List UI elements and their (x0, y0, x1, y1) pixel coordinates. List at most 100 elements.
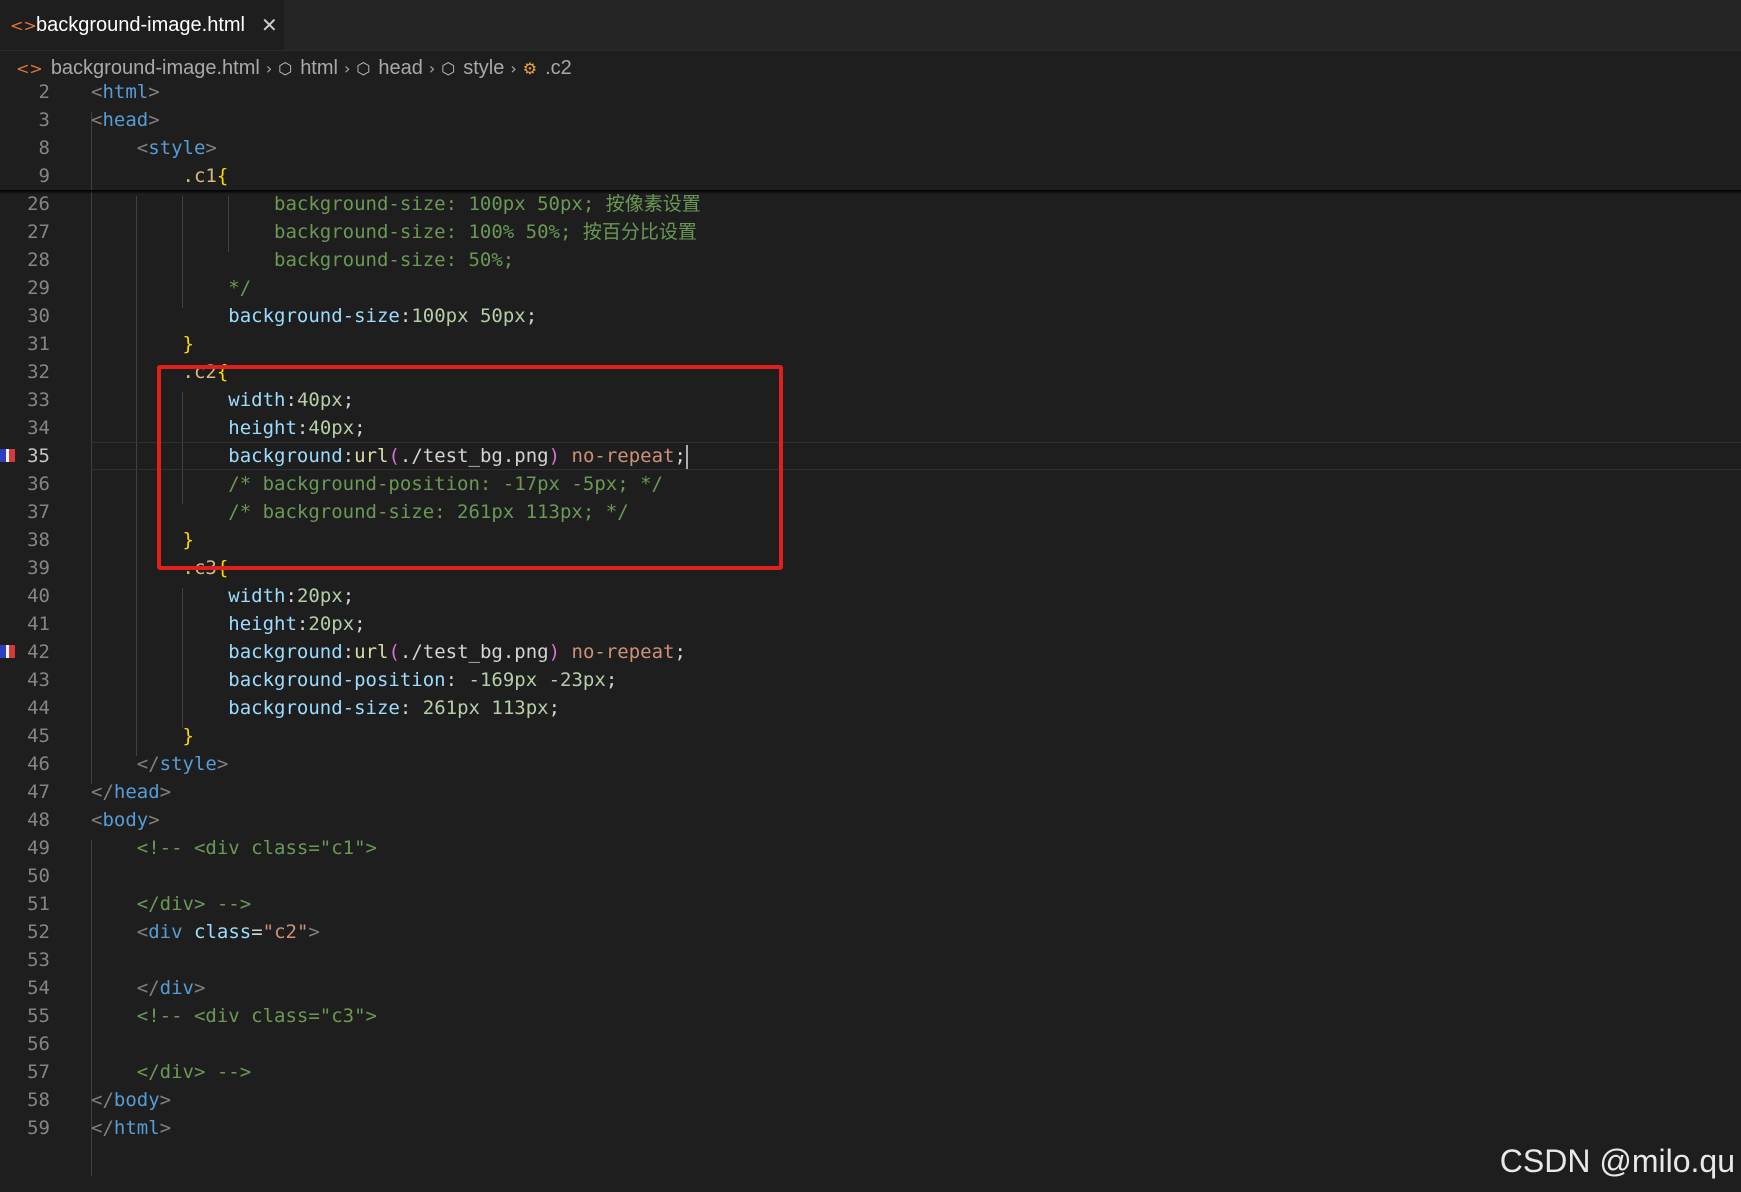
code-text: <!-- <div class="c1"> (91, 834, 377, 862)
line-number: 43 (27, 669, 50, 691)
code-token: ; (605, 669, 618, 691)
code-token: html (102, 81, 149, 103)
code-token: </ (91, 1089, 114, 1111)
html-file-icon: <> (16, 58, 43, 78)
code-text: <!-- <div class="c3"> (91, 1002, 377, 1030)
breadcrumb-html-label: html (300, 56, 338, 79)
code-line[interactable]: 58 </body> (0, 1086, 1741, 1114)
code-editor[interactable]: 2 <html> 3 <head> 8 <style> 9 .c1{26 backgrou… (0, 81, 1741, 1192)
code-line[interactable]: 46 </style> (0, 750, 1741, 778)
code-token: </div> --> (91, 893, 252, 915)
close-icon[interactable]: ✕ (261, 13, 278, 37)
code-line[interactable]: 48 <body> (0, 806, 1741, 834)
code-token: > (159, 1117, 172, 1139)
code-line[interactable]: 28 background-size: 50%; (0, 246, 1741, 274)
code-line[interactable]: 3 <head> (0, 106, 1741, 134)
line-number: 35 (27, 445, 50, 467)
line-number: 53 (27, 949, 50, 971)
breadcrumb-html[interactable]: ⬡ html (278, 57, 338, 80)
code-line[interactable]: 51 </div> --> (0, 890, 1741, 918)
code-text: background-size:100px 50px; (91, 302, 537, 330)
code-line[interactable]: 26 background-size: 100px 50px; 按像素设置 (0, 190, 1741, 218)
line-number: 42 (27, 641, 50, 663)
css-selector-icon: ⚙ (522, 58, 538, 78)
code-line[interactable]: 30 background-size:100px 50px; (0, 302, 1741, 330)
code-line[interactable]: 45 } (0, 722, 1741, 750)
line-number: 32 (27, 361, 50, 383)
editor-tab[interactable]: <> background-image.html ✕ (0, 0, 285, 50)
code-token: </ (136, 753, 160, 775)
code-token: ; (525, 305, 538, 327)
code-line[interactable]: 52 <div class="c2"> (0, 918, 1741, 946)
code-token: div (159, 977, 194, 999)
code-token: background-position (228, 669, 446, 691)
breadcrumb-head[interactable]: ⬡ head (356, 57, 422, 80)
code-line[interactable]: 43 background-position: -169px -23px; (0, 666, 1741, 694)
line-number: 51 (27, 893, 50, 915)
breadcrumb-file[interactable]: <> background-image.html (16, 57, 260, 80)
highlight-annotation-box (157, 365, 783, 570)
code-line[interactable]: 47 </head> (0, 778, 1741, 806)
code-token: { (216, 165, 229, 187)
code-line[interactable]: 42 background:url(./test_bg.png) no-repe… (0, 638, 1741, 666)
code-token: 100px (411, 305, 469, 327)
code-line[interactable]: 49 <!-- <div class="c1"> (0, 834, 1741, 862)
code-token: < (91, 109, 103, 131)
code-token: ; (674, 641, 686, 663)
line-number: 39 (27, 557, 50, 579)
breadcrumb-file-label: background-image.html (50, 56, 260, 79)
code-line[interactable]: 54 </div> (0, 974, 1741, 1002)
line-number: 26 (27, 193, 50, 215)
breadcrumb-head-label: head (378, 56, 423, 79)
breadcrumb-selector[interactable]: ⚙ .c2 (523, 57, 572, 80)
line-number: 59 (27, 1117, 50, 1139)
code-token: -169px (468, 669, 538, 691)
code-token: : (296, 613, 309, 635)
code-line[interactable]: 56 (0, 1030, 1741, 1058)
code-line[interactable]: 50 (0, 862, 1741, 890)
code-token: 20px (296, 585, 343, 607)
code-token: < (91, 809, 103, 831)
code-text: .c1{ (91, 162, 229, 190)
code-line[interactable]: 59 </html> (0, 1114, 1741, 1142)
line-number: 34 (27, 417, 50, 439)
code-token: ; (354, 613, 366, 635)
code-line[interactable]: 41 height:20px; (0, 610, 1741, 638)
code-line[interactable]: 2 <html> (0, 78, 1741, 106)
code-token: ) (548, 641, 561, 663)
code-token: ( (388, 641, 400, 663)
element-cube-icon: ⬡ (356, 58, 371, 78)
element-cube-icon: ⬡ (441, 58, 456, 78)
line-number: 48 (27, 809, 50, 831)
code-line[interactable]: 31 } (0, 330, 1741, 358)
code-token: div (148, 921, 183, 943)
code-text: background-position: -169px -23px; (91, 666, 617, 694)
code-text: <body> (91, 806, 160, 834)
code-line[interactable]: 44 background-size: 261px 113px; (0, 694, 1741, 722)
code-line[interactable]: 53 (0, 946, 1741, 974)
line-number: 58 (27, 1089, 50, 1111)
code-text: </head> (91, 778, 171, 806)
code-line[interactable]: 29 */ (0, 274, 1741, 302)
code-line[interactable]: 40 width:20px; (0, 582, 1741, 610)
line-number: 29 (27, 277, 50, 299)
code-line[interactable]: 57 </div> --> (0, 1058, 1741, 1086)
code-token: background-size (228, 305, 400, 327)
code-line[interactable]: 9 .c1{ (0, 162, 1741, 190)
code-token: </ (136, 977, 160, 999)
code-line[interactable]: 8 <style> (0, 134, 1741, 162)
line-number: 2 (38, 81, 50, 103)
breadcrumb-style[interactable]: ⬡ style (441, 57, 504, 80)
code-line[interactable]: 55 <!-- <div class="c3"> (0, 1002, 1741, 1030)
code-line[interactable]: 27 background-size: 100% 50%; 按百分比设置 (0, 218, 1741, 246)
